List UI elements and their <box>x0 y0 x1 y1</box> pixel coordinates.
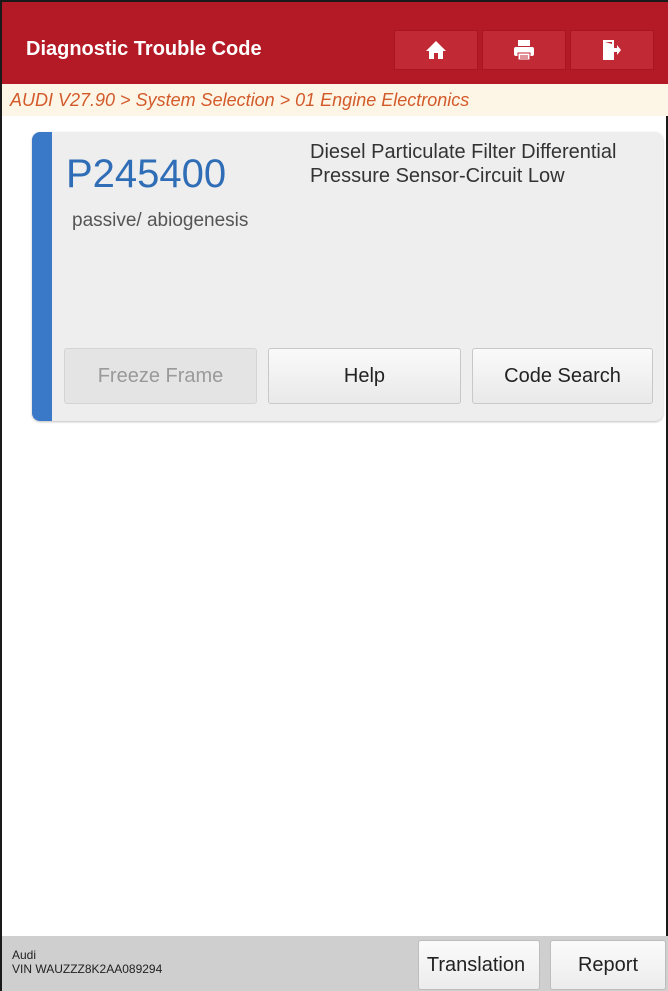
dtc-card: P245400 passive/ abiogenesis Diesel Part… <box>32 132 663 421</box>
vehicle-vin: VIN WAUZZZ8K2AA089294 <box>12 962 163 976</box>
vehicle-make: Audi <box>12 948 37 962</box>
breadcrumb: AUDI V27.90 > System Selection > 01 Engi… <box>2 84 668 116</box>
print-button[interactable] <box>482 30 566 70</box>
footer-bar: Audi VIN WAUZZZ8K2AA089294 Translation R… <box>2 936 668 991</box>
home-button[interactable] <box>394 30 478 70</box>
header-bar: Diagnostic Trouble Code <box>2 2 668 84</box>
translation-label: Translation <box>426 953 526 976</box>
dtc-status: passive/ abiogenesis <box>72 210 249 231</box>
freeze-frame-button[interactable]: Freeze Frame <box>64 348 257 404</box>
help-button[interactable]: Help <box>268 348 461 404</box>
code-search-button[interactable]: Code Search <box>472 348 653 404</box>
dtc-code: P245400 <box>66 152 227 196</box>
page-title: Diagnostic Trouble Code <box>26 38 262 60</box>
breadcrumb-text: AUDI V27.90 > System Selection > 01 Engi… <box>10 90 470 110</box>
exit-button[interactable] <box>570 30 654 70</box>
dtc-description: Diesel Particulate Filter Differential P… <box>310 141 617 187</box>
print-icon <box>514 40 534 61</box>
app-window: Diagnostic Trouble Code AUDI V27.90 > Sy… <box>0 0 668 991</box>
exit-icon <box>603 40 621 60</box>
home-icon <box>426 41 446 59</box>
report-button[interactable]: Report <box>550 940 666 990</box>
card-accent-bar <box>32 132 52 421</box>
translation-button[interactable]: Translation <box>418 940 540 990</box>
